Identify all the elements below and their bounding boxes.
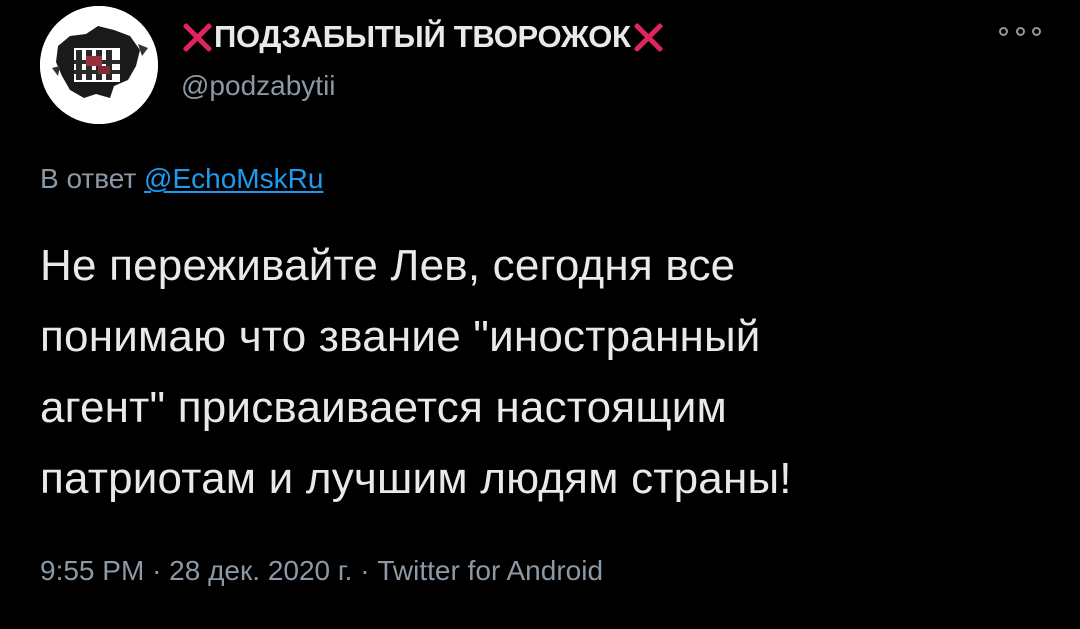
reply-mention-link[interactable]: @EchoMskRu [144, 163, 323, 194]
cross-mark-icon [633, 22, 663, 52]
tweet-text-line: агент" присваивается настоящим [40, 383, 727, 432]
more-dot [1032, 26, 1041, 36]
more-dot [999, 26, 1008, 36]
tweet-date[interactable]: 28 дек. 2020 г. [169, 555, 352, 586]
meta-separator: · [360, 555, 378, 586]
author-handle[interactable]: @podzabytii [181, 70, 336, 102]
tweet-text: Не переживайте Лев, сегодня все понимаю … [40, 230, 1050, 514]
tweet-source[interactable]: Twitter for Android [377, 555, 603, 586]
tweet-metadata: 9:55 PM · 28 дек. 2020 г. · Twitter for … [40, 555, 603, 587]
author-display-name[interactable]: ПОДЗАБЫТЫЙ ТВОРОЖОК [180, 14, 665, 60]
reply-context: В ответ @EchoMskRu [40, 163, 323, 195]
tweet-time[interactable]: 9:55 PM [40, 555, 144, 586]
tweet-text-line: патриотам и лучшим людям страны! [40, 454, 792, 503]
cross-mark-icon [182, 22, 212, 52]
more-dot [1015, 26, 1025, 36]
avatar-image [40, 6, 158, 124]
meta-separator: · [152, 555, 170, 586]
reply-prefix: В ответ [40, 163, 137, 194]
avatar[interactable] [40, 6, 158, 124]
more-options-icon[interactable] [999, 24, 1041, 38]
tweet-text-line: понимаю что звание "иностранный [40, 312, 761, 361]
tweet-card: ПОДЗАБЫТЫЙ ТВОРОЖОК @podzabytii В ответ … [0, 0, 1080, 629]
tweet-text-line: Не переживайте Лев, сегодня все [40, 241, 736, 290]
author-name-text: ПОДЗАБЫТЫЙ ТВОРОЖОК [214, 19, 631, 54]
